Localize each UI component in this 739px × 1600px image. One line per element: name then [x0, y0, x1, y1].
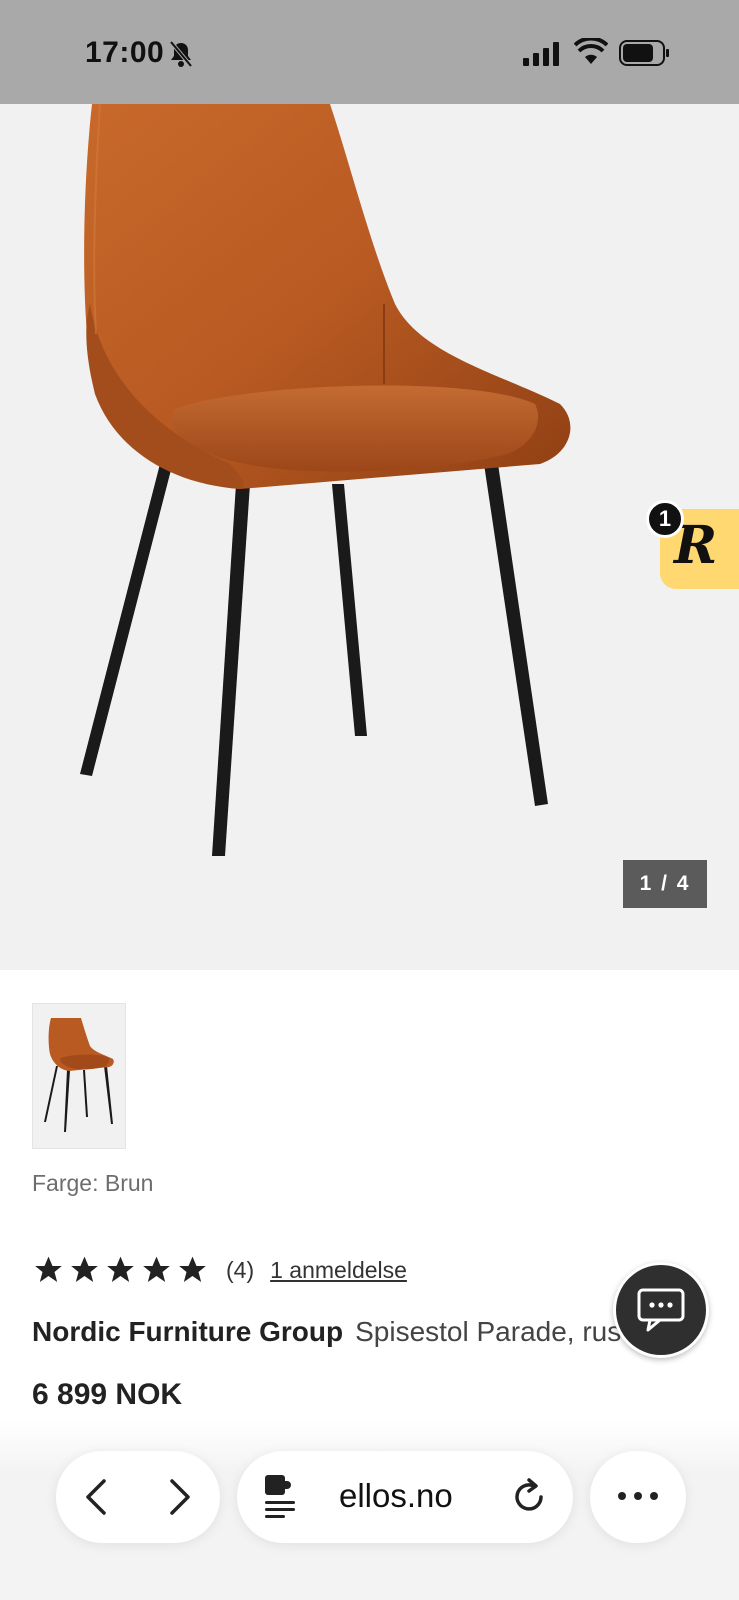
chat-icon	[637, 1288, 685, 1332]
reload-icon[interactable]	[509, 1477, 549, 1517]
rating-count: (4)	[226, 1256, 255, 1283]
product-name: Spisestol Parade, rust	[355, 1316, 630, 1347]
address-bar[interactable]: ellos.no	[237, 1451, 573, 1543]
back-arrow-icon[interactable]	[78, 1477, 118, 1517]
wifi-icon	[574, 38, 608, 64]
rating-stars	[32, 1254, 209, 1286]
battery-icon	[619, 40, 669, 66]
extension-icon[interactable]	[263, 1473, 299, 1521]
thumbnail-chair-image	[44, 1018, 114, 1132]
star-icon	[179, 1256, 206, 1282]
cellular-signal-icon	[523, 42, 559, 66]
more-menu-button[interactable]	[590, 1451, 686, 1543]
url-text: ellos.no	[339, 1477, 453, 1514]
review-link[interactable]: 1 anmeldelse	[270, 1257, 407, 1284]
status-time: 17:00	[85, 36, 165, 69]
product-price: 6 899 NOK	[32, 1378, 183, 1411]
star-icon	[143, 1256, 170, 1282]
star-icon	[71, 1256, 98, 1282]
status-bar: 17:00	[0, 0, 739, 104]
forward-arrow-icon[interactable]	[158, 1477, 198, 1517]
rating-row: (4) 1 anmeldelse	[32, 1250, 407, 1290]
bell-off-icon	[169, 40, 193, 68]
image-counter: 1 / 4	[623, 860, 707, 908]
color-label: Farge: Brun	[32, 1170, 154, 1196]
product-image-gallery[interactable]: 1 / 4	[0, 104, 739, 970]
product-image-chair	[80, 104, 571, 856]
product-brand[interactable]: Nordic Furniture Group	[32, 1316, 343, 1347]
product-thumbnail[interactable]	[32, 1003, 126, 1149]
rewards-badge-count: 1	[646, 500, 684, 538]
star-icon	[35, 1256, 62, 1282]
chat-button[interactable]	[613, 1262, 709, 1358]
ellipsis-icon	[618, 1492, 658, 1500]
star-icon	[107, 1256, 134, 1282]
browser-nav-group	[56, 1451, 220, 1543]
